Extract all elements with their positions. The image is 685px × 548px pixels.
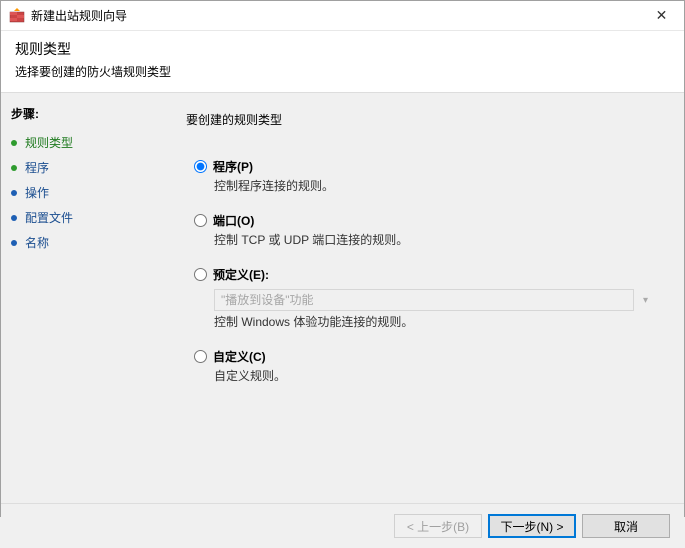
radio-port-input[interactable]: [194, 214, 207, 227]
sidebar-item-program[interactable]: 程序: [11, 155, 166, 180]
radio-predefined-label: 预定义(E):: [213, 266, 269, 283]
titlebar: 新建出站规则向导 ✕: [1, 1, 684, 31]
radio-program-label: 程序(P): [213, 158, 253, 175]
bullet-icon: [11, 165, 17, 171]
sidebar-item-label: 名称: [25, 234, 49, 251]
sidebar-item-label: 操作: [25, 184, 49, 201]
close-button[interactable]: ✕: [639, 1, 684, 30]
radio-port-label: 端口(O): [213, 212, 254, 229]
main-panel: 要创建的规则类型 程序(P) 控制程序连接的规则。 端口(O) 控制 TCP 或…: [176, 93, 684, 503]
sidebar-item-name[interactable]: 名称: [11, 230, 166, 255]
firewall-icon: [9, 8, 25, 24]
cancel-button[interactable]: 取消: [582, 514, 670, 538]
footer: < 上一步(B) 下一步(N) > 取消: [1, 503, 684, 548]
option-custom: 自定义(C) 自定义规则。: [194, 348, 654, 384]
window-title: 新建出站规则向导: [31, 7, 127, 24]
content-area: 步骤: 规则类型 程序 操作 配置文件 名称 要创建的规则类型: [1, 93, 684, 503]
sidebar-item-label: 配置文件: [25, 209, 73, 226]
radio-predefined-desc: 控制 Windows 体验功能连接的规则。: [214, 313, 654, 330]
sidebar-item-label: 规则类型: [25, 134, 73, 151]
radio-predefined[interactable]: 预定义(E):: [194, 266, 654, 283]
option-port: 端口(O) 控制 TCP 或 UDP 端口连接的规则。: [194, 212, 654, 248]
bullet-icon: [11, 190, 17, 196]
radio-program[interactable]: 程序(P): [194, 158, 654, 175]
chevron-down-icon: ▾: [643, 295, 648, 306]
predefined-combo: "播放到设备"功能: [214, 289, 634, 311]
sidebar-item-action[interactable]: 操作: [11, 180, 166, 205]
bullet-icon: [11, 140, 17, 146]
radio-port-desc: 控制 TCP 或 UDP 端口连接的规则。: [214, 231, 654, 248]
option-predefined: 预定义(E): "播放到设备"功能 ▾ 控制 Windows 体验功能连接的规则…: [194, 266, 654, 330]
radio-predefined-input[interactable]: [194, 268, 207, 281]
sidebar: 步骤: 规则类型 程序 操作 配置文件 名称: [1, 93, 176, 503]
page-title: 规则类型: [15, 39, 670, 59]
option-program: 程序(P) 控制程序连接的规则。: [194, 158, 654, 194]
header: 规则类型 选择要创建的防火墙规则类型: [1, 31, 684, 93]
radio-custom[interactable]: 自定义(C): [194, 348, 654, 365]
radio-program-desc: 控制程序连接的规则。: [214, 177, 654, 194]
radio-custom-label: 自定义(C): [213, 348, 266, 365]
page-subtitle: 选择要创建的防火墙规则类型: [15, 63, 670, 80]
radio-group: 程序(P) 控制程序连接的规则。 端口(O) 控制 TCP 或 UDP 端口连接…: [194, 158, 654, 384]
bullet-icon: [11, 215, 17, 221]
sidebar-item-profile[interactable]: 配置文件: [11, 205, 166, 230]
sidebar-item-rule-type[interactable]: 规则类型: [11, 130, 166, 155]
bullet-icon: [11, 240, 17, 246]
radio-custom-input[interactable]: [194, 350, 207, 363]
radio-port[interactable]: 端口(O): [194, 212, 654, 229]
next-button[interactable]: 下一步(N) >: [488, 514, 576, 538]
back-button: < 上一步(B): [394, 514, 482, 538]
question-text: 要创建的规则类型: [186, 111, 654, 128]
steps-heading: 步骤:: [11, 105, 166, 122]
sidebar-item-label: 程序: [25, 159, 49, 176]
radio-custom-desc: 自定义规则。: [214, 367, 654, 384]
radio-program-input[interactable]: [194, 160, 207, 173]
